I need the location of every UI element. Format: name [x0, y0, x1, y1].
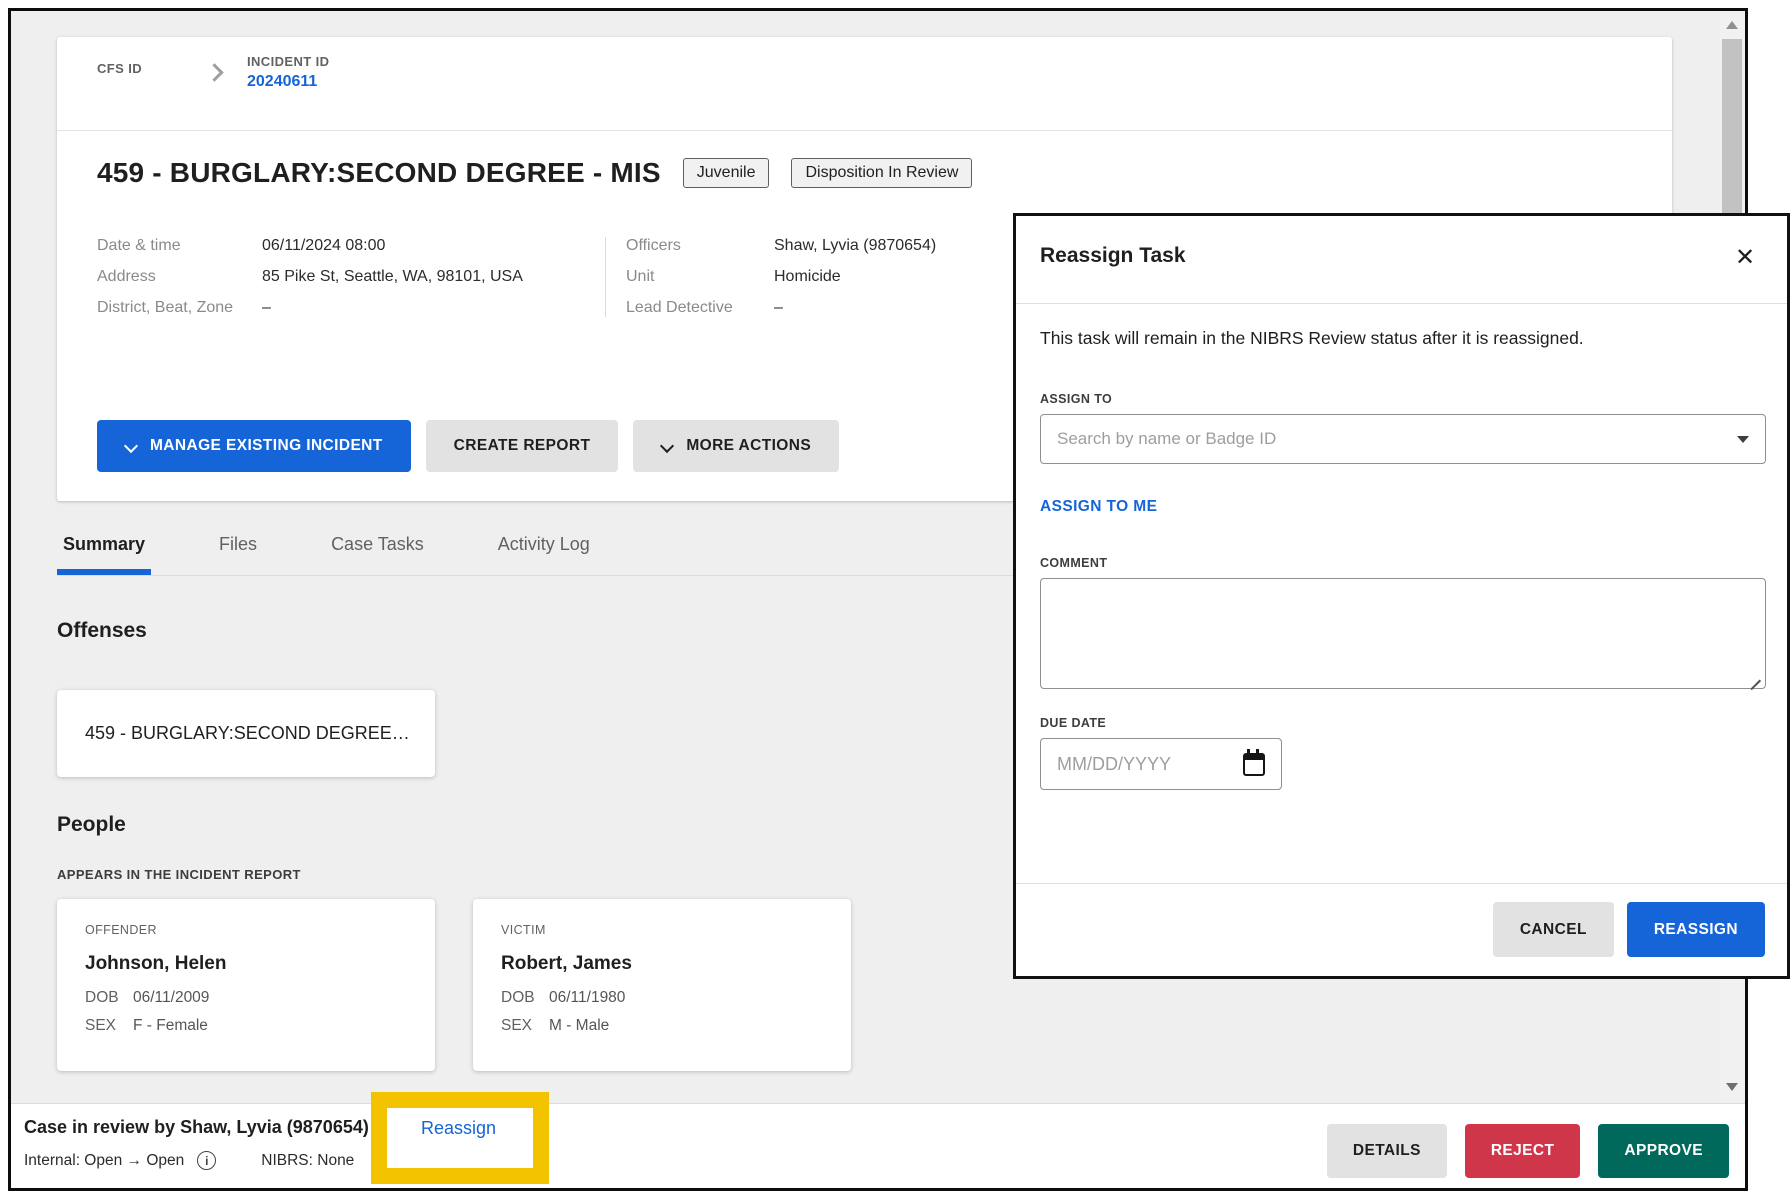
resize-handle-icon[interactable]	[1748, 671, 1761, 684]
page-title: 459 - BURGLARY:SECOND DEGREE - MIS	[97, 157, 661, 189]
person-role-label: OFFENDER	[85, 923, 407, 937]
detail-row-lead-detective: Lead Detective –	[626, 299, 936, 317]
modal-description: This task will remain in the NIBRS Revie…	[1040, 328, 1584, 349]
person-sex-row: SEX M - Male	[501, 1017, 823, 1035]
person-role-label: VICTIM	[501, 923, 823, 937]
assign-to-placeholder: Search by name or Badge ID	[1057, 429, 1737, 449]
create-report-button[interactable]: CREATE REPORT	[426, 420, 619, 472]
info-icon[interactable]: i	[197, 1151, 216, 1170]
scroll-up-icon[interactable]	[1726, 21, 1738, 29]
appears-in-report-label: APPEARS IN THE INCIDENT REPORT	[57, 867, 301, 882]
close-icon[interactable]: ✕	[1730, 242, 1760, 272]
due-date-input[interactable]: MM/DD/YYYY	[1040, 738, 1282, 790]
incident-details: Date & time 06/11/2024 08:00 Address 85 …	[97, 237, 936, 317]
assign-to-label: ASSIGN TO	[1040, 392, 1112, 406]
person-dob-row: DOB 06/11/1980	[501, 989, 823, 1007]
divider	[1016, 883, 1787, 884]
chevron-down-icon	[125, 441, 137, 451]
reassign-button[interactable]: REASSIGN	[1627, 902, 1765, 957]
divider	[1016, 303, 1787, 304]
breadcrumb: INCIDENT ID 20240611	[247, 54, 329, 91]
cfs-id-label: CFS ID	[97, 61, 142, 76]
offense-card[interactable]: 459 - BURGLARY:SECOND DEGREE…	[57, 690, 435, 777]
reject-button[interactable]: REJECT	[1465, 1124, 1581, 1178]
person-sex-row: SEX F - Female	[85, 1017, 407, 1035]
people-heading: People	[57, 813, 126, 837]
review-footer-bar: Case in review by Shaw, Lyvia (9870654) …	[11, 1103, 1745, 1188]
person-name: Robert, James	[501, 953, 823, 975]
scroll-down-icon[interactable]	[1726, 1083, 1738, 1091]
tab-bar: Summary Files Case Tasks Activity Log	[57, 533, 596, 575]
person-dob-row: DOB 06/11/2009	[85, 989, 407, 1007]
tab-files[interactable]: Files	[213, 533, 263, 575]
details-button[interactable]: DETAILS	[1327, 1124, 1447, 1178]
case-status-text: Case in review by Shaw, Lyvia (9870654)	[24, 1117, 369, 1138]
caret-down-icon	[1737, 436, 1749, 443]
detail-row-district: District, Beat, Zone –	[97, 299, 605, 317]
juvenile-badge: Juvenile	[683, 158, 770, 188]
detail-row-datetime: Date & time 06/11/2024 08:00	[97, 237, 605, 255]
incident-id-link[interactable]: 20240611	[247, 73, 329, 91]
comment-label: COMMENT	[1040, 556, 1107, 570]
person-card-offender[interactable]: OFFENDER Johnson, Helen DOB 06/11/2009 S…	[57, 899, 435, 1071]
tab-activity-log[interactable]: Activity Log	[492, 533, 596, 575]
cancel-button[interactable]: CANCEL	[1493, 902, 1614, 957]
detail-row-address: Address 85 Pike St, Seattle, WA, 98101, …	[97, 268, 605, 286]
internal-status-text: Internal: Open → Open	[24, 1152, 184, 1170]
reassign-task-modal: Reassign Task ✕ This task will remain in…	[1013, 213, 1790, 979]
approve-button[interactable]: APPROVE	[1598, 1124, 1729, 1178]
chevron-right-icon	[205, 63, 225, 83]
person-name: Johnson, Helen	[85, 953, 407, 975]
due-date-label: DUE DATE	[1040, 716, 1106, 730]
tab-case-tasks[interactable]: Case Tasks	[325, 533, 430, 575]
disposition-badge: Disposition In Review	[791, 158, 972, 188]
detail-row-unit: Unit Homicide	[626, 268, 936, 286]
comment-textarea[interactable]	[1040, 578, 1766, 689]
assign-to-me-link[interactable]: ASSIGN TO ME	[1040, 498, 1157, 516]
nibrs-status-text: NIBRS: None	[261, 1152, 354, 1170]
modal-title: Reassign Task	[1040, 244, 1186, 268]
more-actions-button[interactable]: MORE ACTIONS	[633, 420, 839, 472]
status-line: Internal: Open → Open i NIBRS: None	[24, 1151, 354, 1170]
divider	[57, 130, 1672, 131]
calendar-icon[interactable]	[1243, 753, 1265, 776]
tab-summary[interactable]: Summary	[57, 533, 151, 575]
person-card-victim[interactable]: VICTIM Robert, James DOB 06/11/1980 SEX …	[473, 899, 851, 1071]
chevron-down-icon	[661, 441, 673, 451]
assign-to-select[interactable]: Search by name or Badge ID	[1040, 414, 1766, 464]
due-date-placeholder: MM/DD/YYYY	[1057, 754, 1243, 775]
detail-row-officers: Officers Shaw, Lyvia (9870654)	[626, 237, 936, 255]
incident-id-label: INCIDENT ID	[247, 54, 329, 69]
reassign-link[interactable]: Reassign	[421, 1118, 496, 1139]
offenses-heading: Offenses	[57, 619, 147, 643]
manage-existing-incident-button[interactable]: MANAGE EXISTING INCIDENT	[97, 420, 411, 472]
